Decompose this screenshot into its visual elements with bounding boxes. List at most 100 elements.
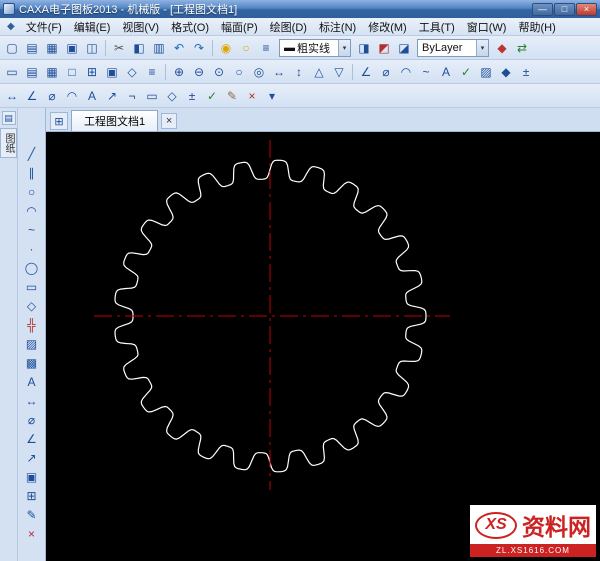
maximize-button[interactable]: □ [554, 2, 575, 16]
new-icon[interactable]: ▢ [2, 38, 22, 58]
hatch-tool-icon[interactable]: ▨ [22, 334, 42, 353]
rectangle-tool-icon[interactable]: ▭ [22, 277, 42, 296]
paste-icon[interactable]: ▥ [149, 38, 169, 58]
menu-item[interactable]: 绘图(D) [264, 18, 313, 36]
copy-icon[interactable]: ◧ [129, 38, 149, 58]
tab-close-button[interactable]: × [161, 113, 178, 129]
rotate-right-icon[interactable]: ▽ [329, 62, 349, 82]
frame-icon[interactable]: ▭ [2, 62, 22, 82]
text-tool-icon[interactable]: A [22, 372, 42, 391]
cut-icon[interactable]: ✂ [109, 38, 129, 58]
spline-tool-icon[interactable]: ~ [416, 62, 436, 82]
bulb-off-icon[interactable]: ○ [236, 38, 256, 58]
dim-arc-icon[interactable]: ◠ [62, 86, 82, 106]
menu-item[interactable]: 工具(T) [413, 18, 461, 36]
angle-icon[interactable]: ∠ [356, 62, 376, 82]
dim-angle-icon[interactable]: ∠ [22, 86, 42, 106]
save-icon[interactable]: ▦ [42, 38, 62, 58]
dim-datum-icon[interactable]: ¬ [122, 86, 142, 106]
parallel-line-tool-icon[interactable]: ∥ [22, 163, 42, 182]
chevron-down-icon[interactable]: ▾ [476, 39, 488, 56]
list-icon[interactable]: ≡ [142, 62, 162, 82]
menu-item[interactable]: 视图(V) [116, 18, 165, 36]
menu-item[interactable]: 格式(O) [165, 18, 215, 36]
pan-horizontal-icon[interactable]: ↔ [269, 62, 289, 82]
menu-item[interactable]: 标注(N) [313, 18, 362, 36]
menu-item[interactable]: 文件(F) [20, 18, 68, 36]
dim-more-icon[interactable]: ▾ [262, 86, 282, 106]
erase-tool-icon[interactable]: × [22, 524, 42, 543]
parts-list-icon[interactable]: ▦ [42, 62, 62, 82]
dim-delete-icon[interactable]: × [242, 86, 262, 106]
block-tool-icon[interactable]: ▣ [22, 467, 42, 486]
palette-icon[interactable]: ◆ [492, 38, 512, 58]
panel-handle-icon[interactable]: ▤ [1, 111, 16, 125]
edit-tool-icon[interactable]: ✎ [22, 505, 42, 524]
leader-tool-icon[interactable]: ↗ [22, 448, 42, 467]
bulb-on-icon[interactable]: ◉ [216, 38, 236, 58]
dim-diameter-icon[interactable]: ⌀ [42, 86, 62, 106]
color-dropdown[interactable]: ByLayer ▾ [417, 38, 489, 57]
text-tool-icon[interactable]: A [436, 62, 456, 82]
dimension-tool-icon[interactable]: ↔ [22, 391, 42, 410]
redo-icon[interactable]: ↷ [189, 38, 209, 58]
zoom-all-icon[interactable]: ○ [229, 62, 249, 82]
tab-grid-icon[interactable]: ⊞ [50, 112, 68, 130]
print-preview-icon[interactable]: ◫ [82, 38, 102, 58]
dim-check-icon[interactable]: ✓ [202, 86, 222, 106]
layer-settings-icon[interactable]: ◪ [394, 38, 414, 58]
arc-tool-icon[interactable]: ◠ [22, 201, 42, 220]
sheet-icon[interactable]: □ [62, 62, 82, 82]
linestyle-dropdown[interactable]: ▬ 粗实线 ▾ [279, 38, 351, 57]
spline-tool-icon[interactable]: ~ [22, 220, 42, 239]
layer-new-icon[interactable]: ◨ [354, 38, 374, 58]
tolerance-icon[interactable]: ± [516, 62, 536, 82]
menu-item[interactable]: 编辑(E) [68, 18, 117, 36]
line-tool-icon[interactable]: ╱ [22, 144, 42, 163]
block-icon[interactable]: ▣ [102, 62, 122, 82]
print-icon[interactable]: ▣ [62, 38, 82, 58]
hatch-icon[interactable]: ▨ [476, 62, 496, 82]
dim-text-icon[interactable]: A [82, 86, 102, 106]
circle-tool-icon[interactable]: ○ [22, 182, 42, 201]
undo-icon[interactable]: ↶ [169, 38, 189, 58]
grid-icon[interactable]: ⊞ [82, 62, 102, 82]
diameter-tool-icon[interactable]: ⌀ [22, 410, 42, 429]
angle-tool-icon[interactable]: ∠ [22, 429, 42, 448]
dim-frame-icon[interactable]: ▭ [142, 86, 162, 106]
polygon-tool-icon[interactable]: ◇ [22, 296, 42, 315]
pan-vertical-icon[interactable]: ↕ [289, 62, 309, 82]
menu-item[interactable]: 幅面(P) [215, 18, 264, 36]
zoom-window-icon[interactable]: ⊙ [209, 62, 229, 82]
centerline-tool-icon[interactable]: ╬ [22, 315, 42, 334]
check-icon[interactable]: ✓ [456, 62, 476, 82]
library-icon[interactable]: ◇ [122, 62, 142, 82]
dim-linear-icon[interactable]: ↔ [2, 86, 22, 106]
open-icon[interactable]: ▤ [22, 38, 42, 58]
dim-symbol-icon[interactable]: ◇ [162, 86, 182, 106]
title-block-icon[interactable]: ▤ [22, 62, 42, 82]
menu-item[interactable]: 窗口(W) [461, 18, 513, 36]
zoom-out-icon[interactable]: ⊖ [189, 62, 209, 82]
minimize-button[interactable]: — [532, 2, 553, 16]
layer-color-icon[interactable]: ◩ [374, 38, 394, 58]
diameter-icon[interactable]: ⌀ [376, 62, 396, 82]
arc-tool-icon[interactable]: ◠ [396, 62, 416, 82]
fill-icon[interactable]: ◆ [496, 62, 516, 82]
layers-icon[interactable]: ≡ [256, 38, 276, 58]
point-tool-icon[interactable]: · [22, 239, 42, 258]
dim-leader-icon[interactable]: ↗ [102, 86, 122, 106]
drawing-canvas[interactable]: XS 资料网 ZL.XS1616.COM [46, 132, 600, 561]
swap-icon[interactable]: ⇄ [512, 38, 532, 58]
grid-tool-icon[interactable]: ⊞ [22, 486, 42, 505]
fill-tool-icon[interactable]: ▩ [22, 353, 42, 372]
zoom-in-icon[interactable]: ⊕ [169, 62, 189, 82]
dim-edit-icon[interactable]: ✎ [222, 86, 242, 106]
dim-tolerance-icon[interactable]: ± [182, 86, 202, 106]
tab-document-1[interactable]: 工程图文档1 [71, 110, 159, 131]
chevron-down-icon[interactable]: ▾ [338, 39, 350, 56]
menu-item[interactable]: 修改(M) [362, 18, 413, 36]
side-tab-sheet[interactable]: 图纸 [0, 128, 17, 158]
close-button[interactable]: × [576, 2, 597, 16]
rotate-left-icon[interactable]: △ [309, 62, 329, 82]
